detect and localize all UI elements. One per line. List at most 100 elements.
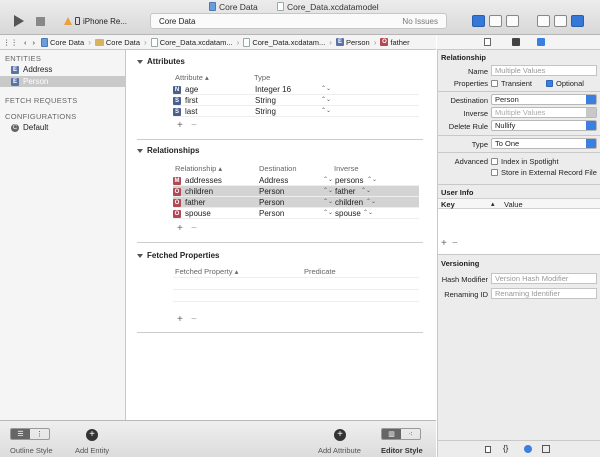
type-popup[interactable]: To One (491, 138, 597, 149)
relationship-destination[interactable]: Person (259, 209, 284, 218)
jump-item-project[interactable]: Core Data (38, 37, 87, 47)
forward-icon[interactable]: › (30, 38, 39, 47)
table-style-icon[interactable]: ▥ (382, 429, 401, 439)
add-user-info-plus-icon[interactable]: + (441, 238, 447, 249)
add-entity-icon[interactable]: + (86, 429, 98, 441)
object-library-icon[interactable] (524, 445, 532, 453)
attributes-section-toggle[interactable]: Attributes (137, 57, 185, 66)
code-snippet-icon[interactable]: {} (503, 444, 508, 453)
relationship-inverse[interactable]: father (335, 187, 355, 196)
remove-relationship-minus-icon[interactable]: − (191, 223, 197, 234)
inverse-column-header[interactable]: Inverse (334, 164, 359, 173)
attribute-type[interactable]: String (255, 96, 276, 105)
jump-item-model[interactable]: Core_Data.xcdatam... (240, 37, 328, 47)
relationship-inverse[interactable]: persons (335, 176, 363, 185)
scheme-selector[interactable]: iPhone Re... (64, 14, 146, 28)
outline-hierarchy-icon[interactable]: ⋮ (30, 429, 49, 439)
assistant-editor-button[interactable] (489, 15, 502, 27)
predicate-column-header[interactable]: Predicate (304, 267, 336, 276)
inverse-popup-icon[interactable]: ⌃⌄ (361, 187, 371, 194)
user-info-table[interactable] (438, 209, 600, 254)
model-inspector-icon[interactable] (537, 38, 545, 46)
add-relationship-plus-icon[interactable]: + (177, 223, 183, 234)
destination-popup-icon[interactable]: ⌃⌄ (323, 187, 333, 194)
renaming-id-field[interactable]: Renaming Identifier (491, 288, 597, 299)
type-popup-icon[interactable]: ⌃⌄ (321, 85, 331, 92)
relationship-row[interactable]: O father Person ⌃⌄ children ⌃⌄ (173, 197, 419, 208)
back-icon[interactable]: ‹ (21, 38, 30, 47)
fetched-properties-section-toggle[interactable]: Fetched Properties (137, 251, 219, 260)
jump-item-model-bundle[interactable]: Core_Data.xcdatam... (148, 37, 236, 47)
value-column-header[interactable]: Value (504, 200, 523, 209)
run-icon[interactable] (14, 15, 24, 27)
editor-style-control[interactable]: ▥ ⁖ (381, 428, 421, 440)
window-tab-model[interactable]: Core_Data.xcdatamodel (277, 1, 379, 12)
relationships-section-toggle[interactable]: Relationships (137, 146, 199, 155)
type-popup-icon[interactable]: ⌃⌄ (321, 96, 331, 103)
outline-style-control[interactable]: ☰ ⋮ (10, 428, 50, 440)
inverse-popup-icon[interactable]: ⌃⌄ (363, 209, 373, 216)
file-template-icon[interactable] (485, 446, 491, 453)
entity-item-address[interactable]: E Address (0, 64, 126, 75)
relationship-row[interactable]: M addresses Address ⌃⌄ persons ⌃⌄ (173, 175, 419, 186)
configuration-item-default[interactable]: C Default (0, 122, 126, 133)
hash-modifier-field[interactable]: Version Hash Modifier (491, 273, 597, 284)
graph-style-icon[interactable]: ⁖ (401, 429, 420, 439)
remove-attribute-minus-icon[interactable]: − (191, 120, 197, 131)
add-attribute-icon[interactable]: + (334, 429, 346, 441)
relationship-column-header[interactable]: Relationship ▴ (175, 164, 222, 173)
remove-fetched-property-minus-icon[interactable]: − (191, 314, 197, 325)
relationship-row[interactable]: O spouse Person ⌃⌄ spouse ⌃⌄ (173, 208, 419, 219)
related-items-icon[interactable]: ⋮⋮ (0, 38, 21, 47)
relationship-destination[interactable]: Person (259, 198, 284, 207)
add-attribute-label[interactable]: Add Attribute (318, 446, 361, 455)
relationship-row[interactable]: O children Person ⌃⌄ father ⌃⌄ (173, 186, 419, 197)
relationship-inverse[interactable]: children (335, 198, 363, 207)
navigator-toggle-button[interactable] (537, 15, 550, 27)
jump-item-entity[interactable]: E Person (333, 38, 373, 47)
external-record-checkbox[interactable]: Store in External Record File (491, 168, 597, 177)
version-editor-button[interactable] (506, 15, 519, 27)
name-field[interactable]: Multiple Values (491, 65, 597, 76)
add-entity-label[interactable]: Add Entity (75, 446, 109, 455)
media-library-icon[interactable] (542, 445, 550, 453)
attribute-row[interactable]: S last String ⌃⌄ (173, 106, 419, 117)
fetched-property-column-header[interactable]: Fetched Property ▴ (175, 267, 238, 276)
destination-popup-icon[interactable]: ⌃⌄ (323, 209, 333, 216)
attribute-type[interactable]: Integer 16 (255, 85, 291, 94)
debug-toggle-button[interactable] (554, 15, 567, 27)
quick-help-icon[interactable] (512, 38, 520, 46)
inverse-popup-icon[interactable]: ⌃⌄ (367, 176, 377, 183)
relationship-destination[interactable]: Address (259, 176, 288, 185)
file-inspector-icon[interactable] (484, 38, 491, 46)
type-column-header[interactable]: Type (254, 73, 270, 82)
relationship-destination[interactable]: Person (259, 187, 284, 196)
inverse-popup[interactable]: Multiple Values (491, 107, 597, 118)
attribute-row[interactable]: N age Integer 16 ⌃⌄ (173, 84, 419, 95)
window-tab-project[interactable]: Core Data (209, 1, 258, 12)
transient-checkbox[interactable]: Transient (491, 79, 532, 88)
outline-list-icon[interactable]: ☰ (11, 429, 30, 439)
add-fetched-property-plus-icon[interactable]: + (177, 314, 183, 325)
index-spotlight-checkbox[interactable]: Index in Spotlight (491, 157, 559, 166)
inverse-popup-icon[interactable]: ⌃⌄ (366, 198, 376, 205)
standard-editor-button[interactable] (472, 15, 485, 27)
attribute-type[interactable]: String (255, 107, 276, 116)
remove-user-info-minus-icon[interactable]: − (452, 238, 458, 249)
relationship-inverse[interactable]: spouse (335, 209, 361, 218)
destination-popup[interactable]: Person (491, 94, 597, 105)
attribute-column-header[interactable]: Attribute ▴ (175, 73, 209, 82)
type-popup-icon[interactable]: ⌃⌄ (321, 107, 331, 114)
jump-item-relationship[interactable]: Ofather (377, 38, 412, 47)
destination-popup-icon[interactable]: ⌃⌄ (323, 176, 333, 183)
key-column-header[interactable]: Key (441, 200, 455, 209)
delete-rule-popup[interactable]: Nullify (491, 120, 597, 131)
add-attribute-plus-icon[interactable]: + (177, 120, 183, 131)
optional-checkbox[interactable]: Optional (546, 79, 584, 88)
stop-icon[interactable] (36, 17, 45, 26)
entity-item-person[interactable]: E Person (0, 76, 126, 87)
jump-item-group[interactable]: Core Data (92, 38, 143, 47)
attribute-row[interactable]: S first String ⌃⌄ (173, 95, 419, 106)
destination-column-header[interactable]: Destination (259, 164, 297, 173)
utilities-toggle-button[interactable] (571, 15, 584, 27)
